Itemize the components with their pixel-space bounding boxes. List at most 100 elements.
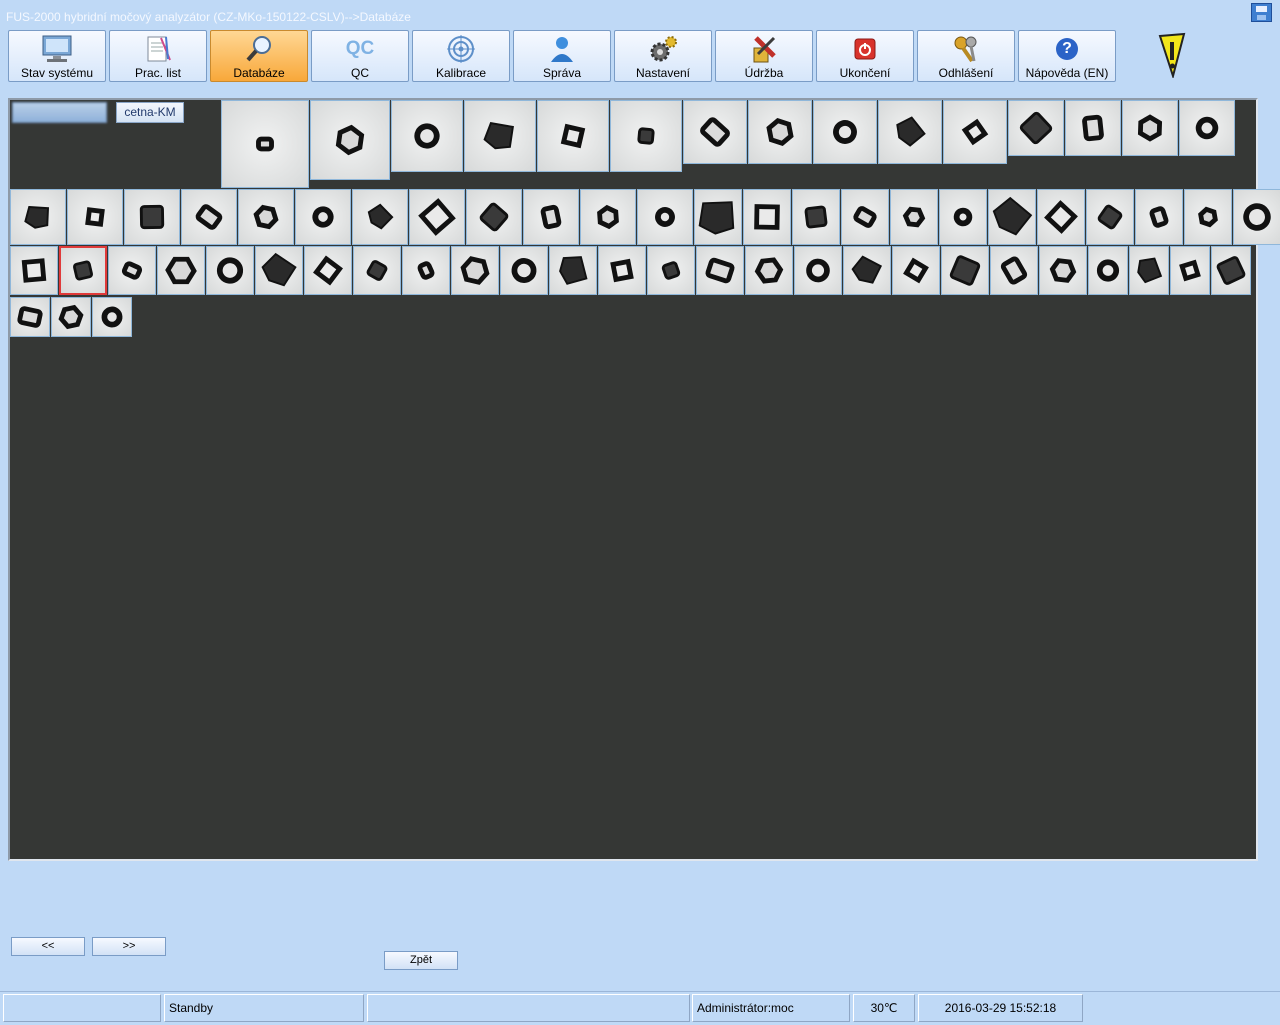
crystal-thumbnail[interactable] <box>943 100 1007 164</box>
status-cell-empty-2 <box>367 994 690 1022</box>
crystal-thumbnail[interactable] <box>637 189 693 245</box>
toolbar-button-sprava[interactable]: Správa <box>513 30 611 82</box>
crystal-thumbnail[interactable] <box>1170 246 1210 295</box>
toolbar-button-stav-systemu[interactable]: Stav systému <box>8 30 106 82</box>
crystal-thumbnail[interactable] <box>238 189 294 245</box>
crystal-thumbnail[interactable] <box>841 189 889 245</box>
toolbar-button-ukonceni[interactable]: Ukončení <box>816 30 914 82</box>
tag-cetna-km[interactable]: cetna-KM <box>116 102 184 123</box>
crystal-thumbnail[interactable] <box>1065 100 1121 156</box>
crystal-thumbnail[interactable] <box>598 246 646 295</box>
crystal-thumbnail[interactable] <box>500 246 548 295</box>
toolbar-button-napoveda[interactable]: ? Nápověda (EN) <box>1018 30 1116 82</box>
crystal-thumbnail[interactable] <box>941 246 989 295</box>
crystal-thumbnail[interactable] <box>451 246 499 295</box>
crystal-thumbnail[interactable] <box>743 189 791 245</box>
crystal-thumbnail[interactable] <box>304 246 352 295</box>
target-icon <box>447 35 475 63</box>
crystal-thumbnail[interactable] <box>464 100 536 172</box>
crystal-thumbnail[interactable] <box>939 189 987 245</box>
crystal-thumbnail[interactable] <box>59 246 107 295</box>
prev-page-button[interactable]: << <box>11 937 85 956</box>
keys-icon <box>954 36 977 63</box>
crystal-thumbnail[interactable] <box>696 246 744 295</box>
crystal-thumbnail[interactable] <box>745 246 793 295</box>
crystal-thumbnail[interactable] <box>878 100 942 164</box>
toolbar-label: Databáze <box>233 66 285 80</box>
crystal-thumbnail[interactable] <box>610 100 682 172</box>
crystal-thumbnail[interactable] <box>391 100 463 172</box>
crystal-thumbnail[interactable] <box>181 189 237 245</box>
crystal-thumbnail[interactable] <box>221 100 309 188</box>
crystal-thumbnail[interactable] <box>1233 189 1280 245</box>
crystal-thumbnail[interactable] <box>10 189 66 245</box>
crystal-thumbnail[interactable] <box>206 246 254 295</box>
toolbar-label: Prac. list <box>134 66 181 80</box>
crystal-thumbnail[interactable] <box>108 246 156 295</box>
crystal-thumbnail[interactable] <box>353 246 401 295</box>
crystal-thumbnail[interactable] <box>580 189 636 245</box>
crystal-thumbnail[interactable] <box>683 100 747 164</box>
crystal-thumbnail[interactable] <box>792 189 840 245</box>
crystal-thumbnail[interactable] <box>1129 246 1169 295</box>
crystal-thumbnail[interactable] <box>1037 189 1085 245</box>
crystal-thumbnail[interactable] <box>352 189 408 245</box>
crystal-thumbnail[interactable] <box>1179 100 1235 156</box>
crystal-thumbnail[interactable] <box>1086 189 1134 245</box>
next-page-button[interactable]: >> <box>92 937 166 956</box>
status-state: Standby <box>164 994 364 1022</box>
crystal-thumbnail[interactable] <box>1184 189 1232 245</box>
crystal-thumbnail[interactable] <box>92 297 132 337</box>
crystal-thumbnail[interactable] <box>402 246 450 295</box>
status-bar: Standby Administrátor:moc 30℃ 2016-03-29… <box>0 991 1280 1025</box>
crystal-thumbnail[interactable] <box>549 246 597 295</box>
crystal-thumbnail[interactable] <box>67 189 123 245</box>
crystal-thumbnail[interactable] <box>157 246 205 295</box>
toolbar-button-kalibrace[interactable]: Kalibrace <box>412 30 510 82</box>
crystal-thumbnail[interactable] <box>1088 246 1128 295</box>
toolbar-button-databaze[interactable]: Databáze <box>210 30 308 82</box>
tag-blurred[interactable] <box>12 102 107 123</box>
crystal-thumbnail[interactable] <box>124 189 180 245</box>
crystal-thumbnail[interactable] <box>466 189 522 245</box>
crystal-thumbnail[interactable] <box>890 189 938 245</box>
toolbar-button-prac-list[interactable]: Prac. list <box>109 30 207 82</box>
back-button[interactable]: Zpět <box>384 951 458 970</box>
crystal-thumbnail[interactable] <box>295 189 351 245</box>
crystal-thumbnail[interactable] <box>647 246 695 295</box>
crystal-thumbnail[interactable] <box>1135 189 1183 245</box>
crystal-thumbnail[interactable] <box>1008 100 1064 156</box>
crystal-thumbnail[interactable] <box>1039 246 1087 295</box>
user-icon <box>551 37 573 62</box>
toolbar-button-udrzba[interactable]: Údržba <box>715 30 813 82</box>
crystal-thumbnail[interactable] <box>310 100 390 180</box>
toolbar-label: Správa <box>542 66 582 80</box>
crystal-thumbnail[interactable] <box>748 100 812 164</box>
monitor-icon <box>42 35 72 62</box>
warning-icon[interactable] <box>1156 32 1188 78</box>
save-icon[interactable] <box>1251 3 1272 22</box>
image-gallery-panel: cetna-KM <box>8 98 1280 861</box>
crystal-thumbnail[interactable] <box>988 189 1036 245</box>
toolbar-label: Stav systému <box>20 66 94 80</box>
crystal-thumbnail[interactable] <box>537 100 609 172</box>
crystal-thumbnail[interactable] <box>10 297 50 337</box>
crystal-thumbnail[interactable] <box>892 246 940 295</box>
crystal-thumbnail[interactable] <box>1122 100 1178 156</box>
toolbar-button-qc[interactable]: QC QC <box>311 30 409 82</box>
toolbar-button-nastaveni[interactable]: Nastavení <box>614 30 712 82</box>
crystal-thumbnail[interactable] <box>843 246 891 295</box>
crystal-thumbnail[interactable] <box>990 246 1038 295</box>
toolbar-label: QC <box>351 66 369 80</box>
crystal-thumbnail[interactable] <box>10 246 58 295</box>
crystal-thumbnail[interactable] <box>523 189 579 245</box>
crystal-thumbnail[interactable] <box>794 246 842 295</box>
crystal-thumbnail[interactable] <box>1211 246 1251 295</box>
crystal-thumbnail[interactable] <box>813 100 877 164</box>
crystal-thumbnail[interactable] <box>51 297 91 337</box>
status-datetime: 2016-03-29 15:52:18 <box>918 994 1083 1022</box>
crystal-thumbnail[interactable] <box>409 189 465 245</box>
crystal-thumbnail[interactable] <box>255 246 303 295</box>
crystal-thumbnail[interactable] <box>694 189 742 245</box>
toolbar-button-odhlaseni[interactable]: Odhlášení <box>917 30 1015 82</box>
